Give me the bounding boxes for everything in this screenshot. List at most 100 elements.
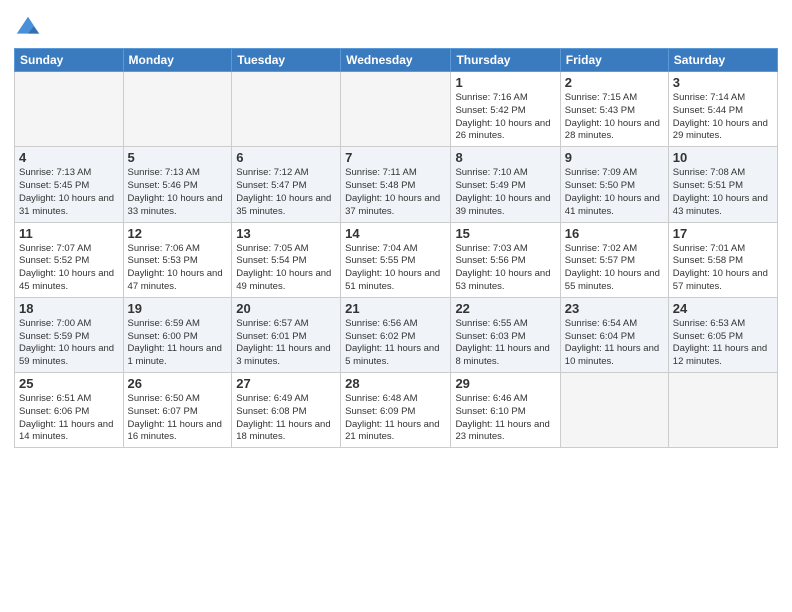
day-info: Sunrise: 6:50 AM Sunset: 6:07 PM Dayligh…	[128, 393, 228, 444]
day-cell	[341, 72, 451, 147]
day-info: Sunrise: 6:49 AM Sunset: 6:08 PM Dayligh…	[236, 393, 336, 444]
day-cell: 11 Sunrise: 7:07 AM Sunset: 5:52 PM Dayli…	[15, 222, 124, 297]
week-row-1: 1 Sunrise: 7:16 AM Sunset: 5:42 PM Daylig…	[15, 72, 778, 147]
day-number: 23	[565, 301, 664, 316]
header-saturday: Saturday	[668, 49, 777, 72]
day-cell: 6 Sunrise: 7:12 AM Sunset: 5:47 PM Daylig…	[232, 147, 341, 222]
day-number: 19	[128, 301, 228, 316]
day-info: Sunrise: 7:07 AM Sunset: 5:52 PM Dayligh…	[19, 243, 119, 294]
day-info: Sunrise: 6:54 AM Sunset: 6:04 PM Dayligh…	[565, 318, 664, 369]
day-cell: 28 Sunrise: 6:48 AM Sunset: 6:09 PM Dayli…	[341, 373, 451, 448]
week-row-3: 11 Sunrise: 7:07 AM Sunset: 5:52 PM Dayli…	[15, 222, 778, 297]
header-monday: Monday	[123, 49, 232, 72]
day-info: Sunrise: 6:57 AM Sunset: 6:01 PM Dayligh…	[236, 318, 336, 369]
day-info: Sunrise: 7:13 AM Sunset: 5:46 PM Dayligh…	[128, 167, 228, 218]
day-number: 12	[128, 226, 228, 241]
header-friday: Friday	[560, 49, 668, 72]
day-number: 10	[673, 150, 773, 165]
day-info: Sunrise: 7:01 AM Sunset: 5:58 PM Dayligh…	[673, 243, 773, 294]
day-cell	[232, 72, 341, 147]
day-number: 26	[128, 376, 228, 391]
day-cell	[15, 72, 124, 147]
page-container: SundayMondayTuesdayWednesdayThursdayFrid…	[0, 0, 792, 454]
day-number: 6	[236, 150, 336, 165]
day-number: 20	[236, 301, 336, 316]
page-header	[14, 10, 778, 42]
header-thursday: Thursday	[451, 49, 560, 72]
day-number: 11	[19, 226, 119, 241]
day-number: 3	[673, 75, 773, 90]
day-cell: 16 Sunrise: 7:02 AM Sunset: 5:57 PM Dayli…	[560, 222, 668, 297]
day-number: 17	[673, 226, 773, 241]
day-info: Sunrise: 7:15 AM Sunset: 5:43 PM Dayligh…	[565, 92, 664, 143]
day-info: Sunrise: 7:00 AM Sunset: 5:59 PM Dayligh…	[19, 318, 119, 369]
day-info: Sunrise: 7:10 AM Sunset: 5:49 PM Dayligh…	[455, 167, 555, 218]
week-row-5: 25 Sunrise: 6:51 AM Sunset: 6:06 PM Dayli…	[15, 373, 778, 448]
day-number: 28	[345, 376, 446, 391]
day-number: 2	[565, 75, 664, 90]
day-number: 13	[236, 226, 336, 241]
day-cell: 25 Sunrise: 6:51 AM Sunset: 6:06 PM Dayli…	[15, 373, 124, 448]
day-cell: 17 Sunrise: 7:01 AM Sunset: 5:58 PM Dayli…	[668, 222, 777, 297]
day-cell: 20 Sunrise: 6:57 AM Sunset: 6:01 PM Dayli…	[232, 297, 341, 372]
day-number: 1	[455, 75, 555, 90]
week-row-4: 18 Sunrise: 7:00 AM Sunset: 5:59 PM Dayli…	[15, 297, 778, 372]
calendar-header-row: SundayMondayTuesdayWednesdayThursdayFrid…	[15, 49, 778, 72]
calendar-table: SundayMondayTuesdayWednesdayThursdayFrid…	[14, 48, 778, 448]
day-number: 9	[565, 150, 664, 165]
day-cell: 27 Sunrise: 6:49 AM Sunset: 6:08 PM Dayli…	[232, 373, 341, 448]
day-cell: 29 Sunrise: 6:46 AM Sunset: 6:10 PM Dayli…	[451, 373, 560, 448]
logo-icon	[14, 14, 42, 42]
header-sunday: Sunday	[15, 49, 124, 72]
day-info: Sunrise: 7:05 AM Sunset: 5:54 PM Dayligh…	[236, 243, 336, 294]
day-number: 7	[345, 150, 446, 165]
logo	[14, 14, 44, 42]
day-info: Sunrise: 7:16 AM Sunset: 5:42 PM Dayligh…	[455, 92, 555, 143]
day-cell: 21 Sunrise: 6:56 AM Sunset: 6:02 PM Dayli…	[341, 297, 451, 372]
day-info: Sunrise: 7:14 AM Sunset: 5:44 PM Dayligh…	[673, 92, 773, 143]
day-info: Sunrise: 6:48 AM Sunset: 6:09 PM Dayligh…	[345, 393, 446, 444]
day-number: 5	[128, 150, 228, 165]
day-cell: 1 Sunrise: 7:16 AM Sunset: 5:42 PM Daylig…	[451, 72, 560, 147]
day-cell: 23 Sunrise: 6:54 AM Sunset: 6:04 PM Dayli…	[560, 297, 668, 372]
day-number: 14	[345, 226, 446, 241]
day-info: Sunrise: 7:08 AM Sunset: 5:51 PM Dayligh…	[673, 167, 773, 218]
day-info: Sunrise: 7:13 AM Sunset: 5:45 PM Dayligh…	[19, 167, 119, 218]
day-number: 4	[19, 150, 119, 165]
day-cell: 10 Sunrise: 7:08 AM Sunset: 5:51 PM Dayli…	[668, 147, 777, 222]
day-info: Sunrise: 7:06 AM Sunset: 5:53 PM Dayligh…	[128, 243, 228, 294]
day-cell: 15 Sunrise: 7:03 AM Sunset: 5:56 PM Dayli…	[451, 222, 560, 297]
day-number: 25	[19, 376, 119, 391]
day-cell: 8Sunrise: 7:10 AM Sunset: 5:49 PM Daylig…	[451, 147, 560, 222]
day-cell: 7 Sunrise: 7:11 AM Sunset: 5:48 PM Daylig…	[341, 147, 451, 222]
day-number: 22	[455, 301, 555, 316]
day-info: Sunrise: 7:12 AM Sunset: 5:47 PM Dayligh…	[236, 167, 336, 218]
day-cell: 12 Sunrise: 7:06 AM Sunset: 5:53 PM Dayli…	[123, 222, 232, 297]
day-cell: 24 Sunrise: 6:53 AM Sunset: 6:05 PM Dayli…	[668, 297, 777, 372]
day-cell: 26 Sunrise: 6:50 AM Sunset: 6:07 PM Dayli…	[123, 373, 232, 448]
day-number: 24	[673, 301, 773, 316]
day-info: Sunrise: 6:46 AM Sunset: 6:10 PM Dayligh…	[455, 393, 555, 444]
header-wednesday: Wednesday	[341, 49, 451, 72]
day-number: 29	[455, 376, 555, 391]
day-cell: 9Sunrise: 7:09 AM Sunset: 5:50 PM Daylig…	[560, 147, 668, 222]
day-cell: 3 Sunrise: 7:14 AM Sunset: 5:44 PM Daylig…	[668, 72, 777, 147]
day-cell: 5 Sunrise: 7:13 AM Sunset: 5:46 PM Daylig…	[123, 147, 232, 222]
day-cell: 19 Sunrise: 6:59 AM Sunset: 6:00 PM Dayli…	[123, 297, 232, 372]
day-info: Sunrise: 6:59 AM Sunset: 6:00 PM Dayligh…	[128, 318, 228, 369]
day-number: 15	[455, 226, 555, 241]
day-number: 16	[565, 226, 664, 241]
day-info: Sunrise: 7:11 AM Sunset: 5:48 PM Dayligh…	[345, 167, 446, 218]
day-info: Sunrise: 6:55 AM Sunset: 6:03 PM Dayligh…	[455, 318, 555, 369]
day-info: Sunrise: 7:03 AM Sunset: 5:56 PM Dayligh…	[455, 243, 555, 294]
day-number: 27	[236, 376, 336, 391]
day-cell	[560, 373, 668, 448]
day-info: Sunrise: 7:02 AM Sunset: 5:57 PM Dayligh…	[565, 243, 664, 294]
header-tuesday: Tuesday	[232, 49, 341, 72]
day-info: Sunrise: 6:56 AM Sunset: 6:02 PM Dayligh…	[345, 318, 446, 369]
day-cell: 14Sunrise: 7:04 AM Sunset: 5:55 PM Dayli…	[341, 222, 451, 297]
day-number: 21	[345, 301, 446, 316]
day-info: Sunrise: 6:53 AM Sunset: 6:05 PM Dayligh…	[673, 318, 773, 369]
day-number: 18	[19, 301, 119, 316]
day-info: Sunrise: 6:51 AM Sunset: 6:06 PM Dayligh…	[19, 393, 119, 444]
